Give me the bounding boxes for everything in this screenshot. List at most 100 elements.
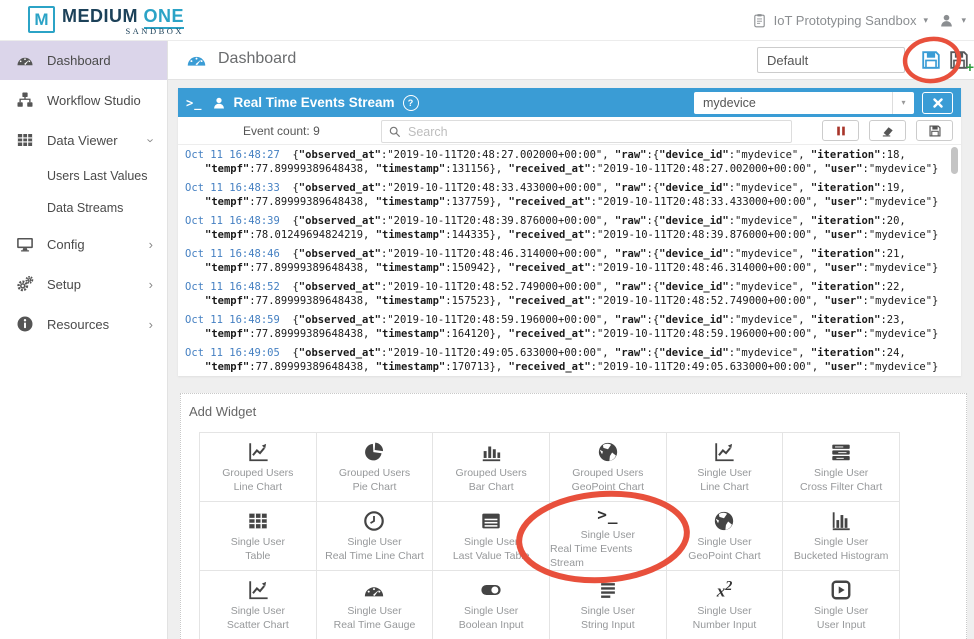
line-chart-icon xyxy=(247,578,269,602)
pause-button[interactable] xyxy=(822,120,859,141)
plus-icon: + xyxy=(966,59,974,75)
widget-single-user-geopoint-chart[interactable]: Single UserGeoPoint Chart xyxy=(667,502,784,571)
widget-single-user-scatter-chart[interactable]: Single UserScatter Chart xyxy=(200,571,317,639)
app-window: M MEDIUM ONE SANDBOX IoT Prototyping San… xyxy=(0,0,974,639)
user-menu[interactable]: ▾ xyxy=(939,0,966,40)
clear-button[interactable] xyxy=(869,120,906,141)
widget-label-line1: Single User xyxy=(697,466,751,480)
chevron-down-icon: ▾ xyxy=(961,15,966,26)
resources-icon xyxy=(16,315,34,333)
sidebar-item-dashboard[interactable]: Dashboard xyxy=(0,40,167,80)
pie-chart-icon xyxy=(363,440,385,464)
chevron-down-icon: ▾ xyxy=(892,92,914,114)
widget-label-line2: Bar Chart xyxy=(469,480,514,494)
widget-label-line1: Single User xyxy=(347,535,401,549)
workspace-selector[interactable]: IoT Prototyping Sandbox ▾ xyxy=(752,0,928,40)
toggle-icon xyxy=(480,578,502,602)
data-viewer-icon xyxy=(16,131,34,149)
table-icon xyxy=(247,509,269,533)
chevron-right-icon: › xyxy=(149,238,153,251)
widget-label-line2: Boolean Input xyxy=(459,618,524,632)
device-select[interactable]: mydevice ▾ xyxy=(694,92,914,114)
widget-label-line2: Real Time Line Chart xyxy=(325,549,424,563)
widget-grouped-users-geopoint-chart[interactable]: Grouped UsersGeoPoint Chart xyxy=(550,433,667,502)
widget-single-user-table[interactable]: Single UserTable xyxy=(200,502,317,571)
close-icon xyxy=(933,98,943,108)
stream-panel-header: >_ Real Time Events Stream ? mydevice ▾ xyxy=(178,88,961,117)
widget-label-line2: Real Time Gauge xyxy=(334,618,416,632)
sidebar-item-config[interactable]: Config› xyxy=(0,224,167,264)
log-entry: Oct 11 16:48:39 {"observed_at":"2019-10-… xyxy=(185,214,945,242)
help-icon[interactable]: ? xyxy=(403,95,419,111)
widget-label-line1: Grouped Users xyxy=(572,466,643,480)
widget-label-line2: Bucketed Histogram xyxy=(794,549,889,563)
widget-label-line1: Single User xyxy=(697,604,751,618)
widget-single-user-line-chart[interactable]: Single UserLine Chart xyxy=(667,433,784,502)
line-chart-icon xyxy=(713,440,735,464)
widget-label-line1: Grouped Users xyxy=(222,466,293,480)
dashboard-icon xyxy=(16,51,34,69)
widget-single-user-number-input[interactable]: x2Single UserNumber Input xyxy=(667,571,784,639)
widget-label-line2: Table xyxy=(245,549,270,563)
widget-label-line1: Single User xyxy=(464,535,518,549)
add-widget-title: Add Widget xyxy=(189,404,966,419)
widget-label-line2: String Input xyxy=(581,618,635,632)
log-entry: Oct 11 16:48:52 {"observed_at":"2019-10-… xyxy=(185,280,945,308)
log-entry: Oct 11 16:48:33 {"observed_at":"2019-10-… xyxy=(185,181,945,209)
sidebar-item-workflow-studio[interactable]: Workflow Studio xyxy=(0,80,167,120)
dashboard-name-input[interactable] xyxy=(757,47,905,73)
sidebar-nav: DashboardWorkflow StudioData Viewer›User… xyxy=(0,40,168,639)
chevron-right-icon: › xyxy=(149,278,153,291)
search-input[interactable] xyxy=(406,124,791,140)
page-header: Dashboard + xyxy=(168,40,974,80)
sidebar-subitem-users-last-values[interactable]: Users Last Values xyxy=(0,160,167,192)
export-button[interactable] xyxy=(916,120,953,141)
medium-one-logo[interactable]: M MEDIUM ONE SANDBOX xyxy=(28,6,184,39)
sidebar-item-label: Setup xyxy=(47,277,149,292)
eraser-icon xyxy=(881,124,895,138)
widget-grouped-users-bar-chart[interactable]: Grouped UsersBar Chart xyxy=(433,433,550,502)
globe-icon xyxy=(713,509,735,533)
widget-label-line1: Grouped Users xyxy=(339,466,410,480)
close-widget-button[interactable] xyxy=(922,92,953,114)
widget-single-user-real-time-gauge[interactable]: Single UserReal Time Gauge xyxy=(317,571,434,639)
workflow-icon xyxy=(16,91,34,109)
user-icon xyxy=(939,13,954,28)
main-content: >_ Real Time Events Stream ? mydevice ▾ … xyxy=(168,80,974,639)
widget-label-line1: Single User xyxy=(347,604,401,618)
widget-single-user-real-time-events-stream[interactable]: >_Single UserReal Time Events Stream xyxy=(550,502,667,571)
widget-single-user-last-value-table[interactable]: Single UserLast Value Table xyxy=(433,502,550,571)
widget-single-user-cross-filter-chart[interactable]: Single UserCross Filter Chart xyxy=(783,433,900,502)
save-as-new-button[interactable]: + xyxy=(948,49,970,71)
widget-single-user-bucketed-histogram[interactable]: Single UserBucketed Histogram xyxy=(783,502,900,571)
gauge-icon xyxy=(363,578,385,602)
add-widget-panel: Add Widget Grouped UsersLine ChartGroupe… xyxy=(180,393,967,639)
widget-grouped-users-line-chart[interactable]: Grouped UsersLine Chart xyxy=(200,433,317,502)
event-log[interactable]: Oct 11 16:48:27 {"observed_at":"2019-10-… xyxy=(178,145,961,376)
last-value-table-icon xyxy=(480,509,502,533)
save-dashboard-button[interactable] xyxy=(920,49,942,71)
setup-icon xyxy=(16,275,34,293)
pause-icon xyxy=(834,124,848,138)
search-box xyxy=(381,120,792,143)
widget-label-line1: Single User xyxy=(581,604,635,618)
widget-label-line2: Last Value Table xyxy=(453,549,530,563)
bar-chart-icon xyxy=(480,440,502,464)
sidebar-item-resources[interactable]: Resources› xyxy=(0,304,167,344)
widget-single-user-real-time-line-chart[interactable]: Single UserReal Time Line Chart xyxy=(317,502,434,571)
cross-filter-icon xyxy=(830,440,852,464)
sidebar-subitem-data-streams[interactable]: Data Streams xyxy=(0,192,167,224)
terminal-icon: >_ xyxy=(186,96,202,110)
widget-grouped-users-pie-chart[interactable]: Grouped UsersPie Chart xyxy=(317,433,434,502)
sidebar-item-label: Config xyxy=(47,237,149,252)
widget-label-line2: Scatter Chart xyxy=(227,618,289,632)
save-icon xyxy=(928,124,942,138)
widget-label-line1: Grouped Users xyxy=(456,466,527,480)
widget-single-user-string-input[interactable]: Single UserString Input xyxy=(550,571,667,639)
scrollbar-thumb[interactable] xyxy=(951,147,958,174)
sidebar-item-data-viewer[interactable]: Data Viewer› xyxy=(0,120,167,160)
event-count-label: Event count: xyxy=(243,124,310,138)
widget-single-user-boolean-input[interactable]: Single UserBoolean Input xyxy=(433,571,550,639)
sidebar-item-setup[interactable]: Setup› xyxy=(0,264,167,304)
widget-single-user-user-input[interactable]: Single UserUser Input xyxy=(783,571,900,639)
